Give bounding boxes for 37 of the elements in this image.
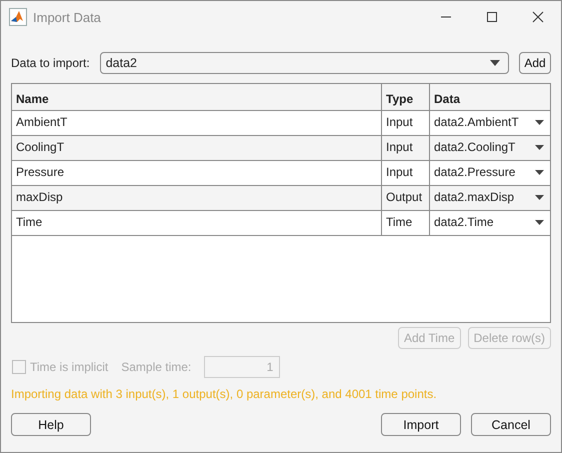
table-cell: maxDisp <box>12 186 382 210</box>
window-title: Import Data <box>33 10 101 24</box>
data-cell-dropdown[interactable]: data2.CoolingT <box>430 136 550 160</box>
cancel-button[interactable]: Cancel <box>471 413 551 436</box>
caret-icon <box>535 120 544 125</box>
table-cell: Input <box>382 111 430 135</box>
table-cell: Time <box>382 211 430 235</box>
status-message: Importing data with 3 input(s), 1 output(s), 0 parameter(s), and 4001 time points. <box>11 386 438 403</box>
caret-icon <box>535 145 544 150</box>
caret-icon <box>535 195 544 200</box>
maximize-icon[interactable] <box>486 11 498 23</box>
column-header: Type <box>382 84 430 110</box>
table-cell: Input <box>382 136 430 160</box>
add-button[interactable]: Add <box>519 52 551 74</box>
table-cell: AmbientT <box>12 111 382 135</box>
caret-icon <box>490 60 500 66</box>
table-cell: Output <box>382 186 430 210</box>
data-cell-dropdown[interactable]: data2.AmbientT <box>430 111 550 135</box>
column-header: Data <box>433 91 462 108</box>
caret-icon <box>535 170 544 175</box>
table-cell: Pressure <box>12 161 382 185</box>
caret-icon <box>535 220 544 225</box>
data-cell-dropdown[interactable]: data2.Pressure <box>430 161 550 185</box>
close-icon[interactable] <box>532 11 544 23</box>
table-cell: Time <box>12 211 382 235</box>
data-cell-dropdown[interactable]: data2.Time <box>430 211 550 235</box>
table-cell: CoolingT <box>12 136 382 160</box>
data-cell-dropdown[interactable]: data2.maxDisp <box>430 186 550 210</box>
table-cell: Input <box>382 161 430 185</box>
import-button[interactable]: Import <box>381 413 461 436</box>
time-implicit-label: Time is implicit <box>30 360 108 374</box>
data-to-import-label: Data to import: <box>11 56 90 70</box>
column-header: Name <box>12 84 382 110</box>
help-button[interactable]: Help <box>11 413 91 436</box>
sample-time-label: Sample time: <box>121 360 192 374</box>
app-logo-icon <box>9 8 27 26</box>
data-dropdown[interactable]: data2 <box>100 52 509 74</box>
